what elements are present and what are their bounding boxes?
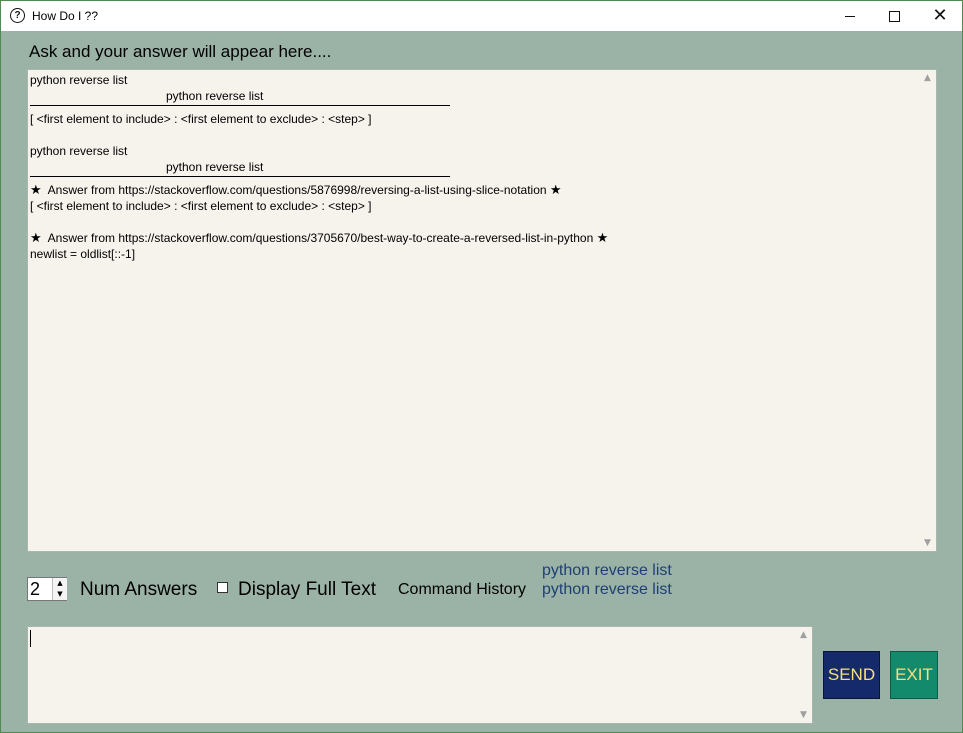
scroll-up-icon[interactable]: ▲: [795, 627, 812, 643]
input-scrollbar[interactable]: ▲ ▼: [795, 627, 812, 723]
star-icon: ★: [549, 182, 562, 197]
answer-text-line: newlist = oldlist[::-1]: [30, 247, 136, 261]
close-button[interactable]: ✕: [917, 1, 963, 31]
window-title: How Do I ??: [32, 9, 99, 23]
minimize-icon: [845, 15, 855, 17]
display-full-text-checkbox[interactable]: [217, 582, 228, 593]
answer-scrollbar[interactable]: ▲ ▼: [919, 70, 936, 551]
prompt-label: Ask and your answer will appear here....: [29, 42, 332, 61]
close-icon: ✕: [932, 5, 948, 26]
text-caret: [30, 630, 31, 647]
answer-source-text: Answer from https://stackoverflow.com/qu…: [47, 183, 547, 197]
answer-summary-line: [ <first element to include> : <first el…: [30, 112, 372, 126]
command-history-label: Command History: [398, 581, 527, 598]
display-full-text-label[interactable]: Display Full Text: [238, 579, 376, 601]
maximize-button[interactable]: [871, 1, 917, 31]
exit-button[interactable]: EXIT: [890, 651, 938, 699]
scroll-down-icon[interactable]: ▼: [795, 707, 812, 723]
question-input[interactable]: ▲ ▼: [27, 626, 813, 724]
answer-source-line: ★ Answer from https://stackoverflow.com/…: [30, 230, 916, 246]
scroll-down-icon[interactable]: ▼: [919, 535, 936, 551]
answer-source-text: Answer from https://stackoverflow.com/qu…: [47, 231, 594, 245]
history-item[interactable]: python reverse list: [542, 561, 672, 580]
spin-down-icon[interactable]: ▼: [52, 589, 67, 600]
num-answers-value[interactable]: 2: [30, 579, 40, 600]
command-history-list[interactable]: python reverse list python reverse list: [542, 561, 672, 599]
answer-source-line: ★ Answer from https://stackoverflow.com/…: [30, 182, 916, 198]
history-item[interactable]: python reverse list: [542, 580, 672, 599]
app-window: ? How Do I ?? ✕ Ask and your answer will…: [0, 0, 963, 733]
title-bar[interactable]: ? How Do I ?? ✕: [1, 1, 962, 31]
star-icon: ★: [596, 230, 609, 245]
send-button[interactable]: SEND: [823, 651, 880, 699]
scroll-up-icon[interactable]: ▲: [919, 70, 936, 86]
maximize-icon: [888, 10, 900, 22]
query-echo-line: python reverse list: [30, 73, 128, 87]
query-echo-line: python reverse list: [30, 144, 128, 158]
num-answers-spinbox[interactable]: 2 ▲ ▼: [27, 577, 67, 601]
answer-text: python reverse list python reverse list …: [30, 72, 916, 548]
question-circle-icon: ?: [10, 8, 25, 23]
minimize-button[interactable]: [827, 1, 873, 31]
star-icon: ★: [30, 182, 42, 197]
star-icon: ★: [30, 230, 42, 245]
num-answers-label: Num Answers: [80, 579, 198, 600]
answer-output-area[interactable]: python reverse list python reverse list …: [27, 69, 937, 552]
answer-text-line: [ <first element to include> : <first el…: [30, 199, 372, 213]
